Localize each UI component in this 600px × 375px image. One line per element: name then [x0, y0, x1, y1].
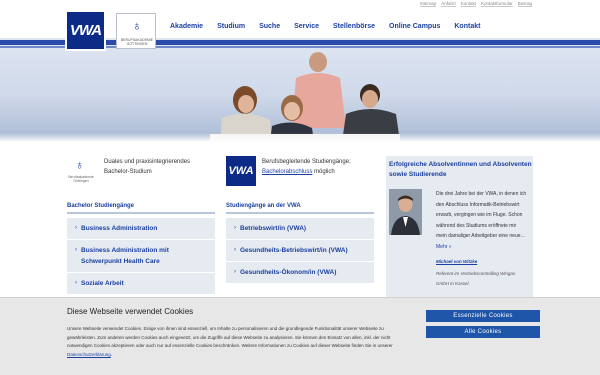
chevron-right-icon: ›: [75, 280, 77, 286]
testimonial-more-link[interactable]: Mehr »: [436, 244, 452, 250]
essential-cookies-button[interactable]: Essenzielle Cookies: [426, 310, 540, 322]
utility-link-kontakt[interactable]: Kontakt: [460, 1, 476, 7]
utility-link-beitrag[interactable]: Beitrag: [517, 1, 532, 7]
cookie-text-end: .: [110, 351, 113, 357]
nav-online-campus[interactable]: Online Campus: [382, 23, 447, 30]
utility-links: Sitemap Anfahrt Kontakt Kontaktformular …: [419, 1, 532, 7]
privacy-policy-link[interactable]: Datenschutzerklärung: [67, 352, 111, 357]
utility-link-kontaktformular[interactable]: Kontaktformular: [480, 1, 513, 7]
bachelor-link-soziale-arbeit[interactable]: › Soziale Arbeit: [67, 273, 215, 295]
chevron-right-icon: ›: [234, 225, 236, 231]
chevron-right-icon: ›: [234, 247, 236, 253]
ba-emblem-icon: ♁: [132, 18, 142, 33]
cookie-text-body: Unsere Webseite verwendet Cookies. Einig…: [67, 326, 393, 348]
bachelor-link-label: Business Administration: [81, 225, 158, 232]
vwa-course-list: › Betriebswirt/in (VWA) › Gesundheits-Be…: [226, 218, 374, 284]
testimonial-panel: Erfolgreiche Absolventinnen und Absolven…: [386, 156, 533, 297]
vwa-link-gesundheits-oekonom[interactable]: › Gesundheits-Ökonom/in (VWA): [226, 262, 374, 284]
vwa-logo[interactable]: VWA: [67, 12, 104, 49]
bachelor-link-label: Soziale Arbeit: [81, 280, 124, 287]
hero-banner: [0, 38, 600, 142]
vwa-small-logo: VWA: [226, 156, 256, 186]
bachelor-link-label: Business Administration mit Schwerpunkt …: [81, 247, 169, 265]
vwa-link-gesundheits-betriebswirt[interactable]: › Gesundheits-Betriebswirt/in (VWA): [226, 240, 374, 262]
bachelor-section-title: Bachelor Studiengänge: [67, 203, 135, 209]
bachelor-divider: [67, 212, 215, 214]
bachelorabschluss-link[interactable]: Bachelorabschluss: [262, 169, 312, 175]
testimonial-portrait: [389, 189, 422, 235]
utility-link-sitemap[interactable]: Sitemap: [419, 1, 437, 7]
hero-photo-students: [210, 52, 400, 142]
nav-service[interactable]: Service: [287, 23, 326, 30]
ba-logo-text: BERUFSAKADEMIE GÖTTINGEN: [120, 38, 154, 46]
berufsakademie-logo[interactable]: ♁ BERUFSAKADEMIE GÖTTINGEN: [116, 13, 156, 49]
all-cookies-button[interactable]: Alle Cookies: [426, 326, 540, 338]
vwa-divider: [226, 212, 374, 214]
vwa-link-label: Gesundheits-Ökonom/in (VWA): [240, 269, 337, 276]
intro-vwa-text-end: möglich: [312, 169, 335, 175]
cookie-text: Unsere Webseite verwendet Cookies. Einig…: [67, 325, 409, 359]
ba-small-emblem-icon: ♁: [75, 158, 84, 172]
chevron-right-icon: ›: [75, 225, 77, 231]
intro-vwa-text: Berufsbegleitende Studiengänge; Bachelor…: [262, 157, 380, 177]
testimonial-quote-text: Die drei Jahre bei der VWA, in denen ich…: [436, 191, 527, 239]
nav-akademie[interactable]: Akademie: [170, 23, 210, 30]
main-nav: Akademie Studium Suche Service Stellenbö…: [170, 23, 487, 30]
bachelor-link-health-care[interactable]: › Business Administration mit Schwerpunk…: [67, 240, 215, 273]
bachelor-list: › Business Administration › Business Adm…: [67, 218, 215, 295]
chevron-right-icon: ›: [234, 269, 236, 275]
testimonial-name[interactable]: Michael von Witzke: [436, 259, 477, 264]
chevron-right-icon: ›: [75, 247, 77, 253]
vwa-link-betriebswirt[interactable]: › Betriebswirt/in (VWA): [226, 218, 374, 240]
nav-studium[interactable]: Studium: [210, 23, 252, 30]
ba-small-logo-text: Berufsakademie Göttingen: [68, 175, 94, 183]
testimonial-quote: Die drei Jahre bei der VWA, in denen ich…: [436, 189, 528, 252]
intro-dual-text: Duales und praxisintegrierendes Bachelor…: [104, 159, 191, 175]
intro-vwa-text-start: Berufsbegleitende Studiengänge;: [262, 159, 351, 165]
testimonial-title: Erfolgreiche Absolventinnen und Absolven…: [389, 161, 532, 178]
nav-stellenboerse[interactable]: Stellenbörse: [326, 23, 382, 30]
nav-suche[interactable]: Suche: [252, 23, 287, 30]
hero-fade: [0, 133, 600, 142]
utility-link-anfahrt[interactable]: Anfahrt: [441, 1, 456, 7]
vwa-section-title: Studiengänge an der VWA: [226, 203, 301, 209]
vwa-link-label: Betriebswirt/in (VWA): [240, 225, 307, 232]
nav-kontakt[interactable]: Kontakt: [447, 23, 487, 30]
testimonial-role: Referent im Vertriebscontrolling Wingas …: [436, 271, 516, 286]
bachelor-link-business-administration[interactable]: › Business Administration: [67, 218, 215, 240]
cookie-banner: Diese Webseite verwendet Cookies Unsere …: [0, 297, 600, 375]
vwa-link-label: Gesundheits-Betriebswirt/in (VWA): [240, 247, 348, 254]
cookie-title: Diese Webseite verwendet Cookies: [67, 307, 194, 316]
ba-small-logo: ♁ Berufsakademie Göttingen: [66, 158, 96, 188]
